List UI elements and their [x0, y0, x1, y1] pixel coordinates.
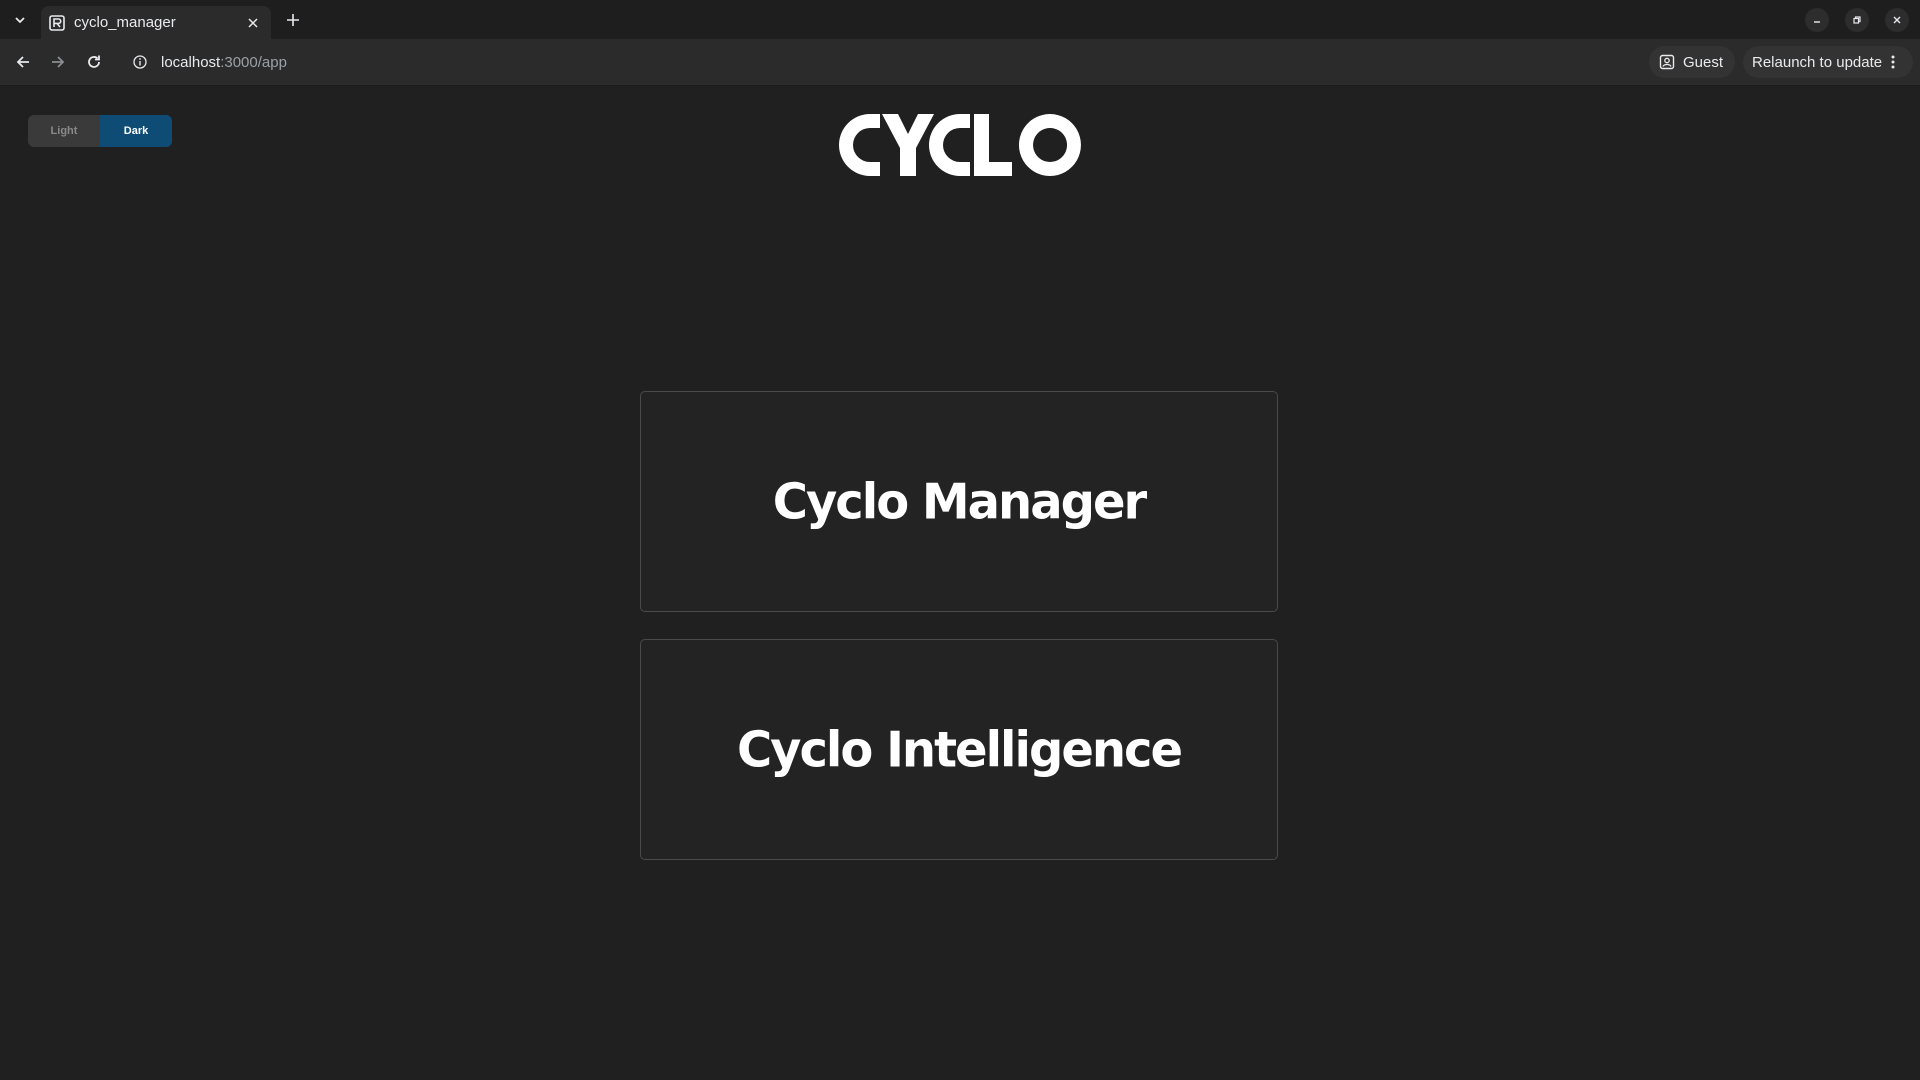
- relaunch-label: Relaunch to update: [1752, 53, 1883, 71]
- url-host: localhost: [161, 53, 221, 71]
- reload-icon: [88, 55, 100, 68]
- reload-button[interactable]: [81, 49, 107, 75]
- site-info-icon[interactable]: [130, 52, 150, 72]
- profile-button[interactable]: Guest: [1649, 46, 1735, 78]
- relaunch-update-button[interactable]: Relaunch to update: [1743, 46, 1913, 78]
- arrow-left-icon: [16, 56, 29, 68]
- close-window-button[interactable]: [1885, 8, 1909, 32]
- card-title: Cyclo Intelligence: [736, 720, 1183, 779]
- plus-icon: [287, 14, 299, 26]
- theme-option-light[interactable]: Light: [28, 115, 100, 147]
- more-vert-icon: [1891, 55, 1895, 69]
- theme-toggle: Light Dark: [28, 115, 172, 147]
- arrow-right-icon: [52, 56, 65, 68]
- tab-search-button[interactable]: [8, 8, 32, 32]
- cyclo-logo: [839, 114, 1081, 176]
- restore-icon: [1853, 16, 1861, 24]
- cyclo-manager-card[interactable]: Cyclo Manager: [640, 391, 1278, 612]
- profile-label: Guest: [1683, 53, 1724, 71]
- cyclo-intelligence-card[interactable]: Cyclo Intelligence: [640, 639, 1278, 860]
- close-icon: [248, 17, 258, 28]
- card-title: Cyclo Manager: [772, 472, 1147, 531]
- favicon-icon: [49, 14, 65, 31]
- close-icon: [1893, 16, 1901, 24]
- minimize-button[interactable]: [1805, 8, 1829, 32]
- minimize-icon: [1814, 21, 1820, 23]
- forward-button[interactable]: [45, 49, 71, 75]
- restore-button[interactable]: [1845, 8, 1869, 32]
- url-text: localhost:3000/app: [161, 54, 287, 71]
- browser-toolbar: localhost:3000/app Guest Relaunch to upd…: [0, 39, 1920, 86]
- back-button[interactable]: [10, 49, 36, 75]
- tab-close-button[interactable]: [243, 13, 263, 33]
- new-tab-button[interactable]: [281, 8, 305, 32]
- browser-tab-active[interactable]: cyclo_manager: [41, 6, 271, 39]
- chevron-down-icon: [15, 17, 25, 24]
- tab-title: cyclo_manager: [74, 14, 176, 31]
- address-bar[interactable]: localhost:3000/app: [124, 46, 1636, 78]
- theme-option-dark[interactable]: Dark: [100, 115, 172, 147]
- browser-tab-bar: cyclo_manager: [0, 0, 1920, 40]
- url-path: :3000/app: [220, 53, 287, 71]
- guest-profile-icon: [1659, 54, 1675, 70]
